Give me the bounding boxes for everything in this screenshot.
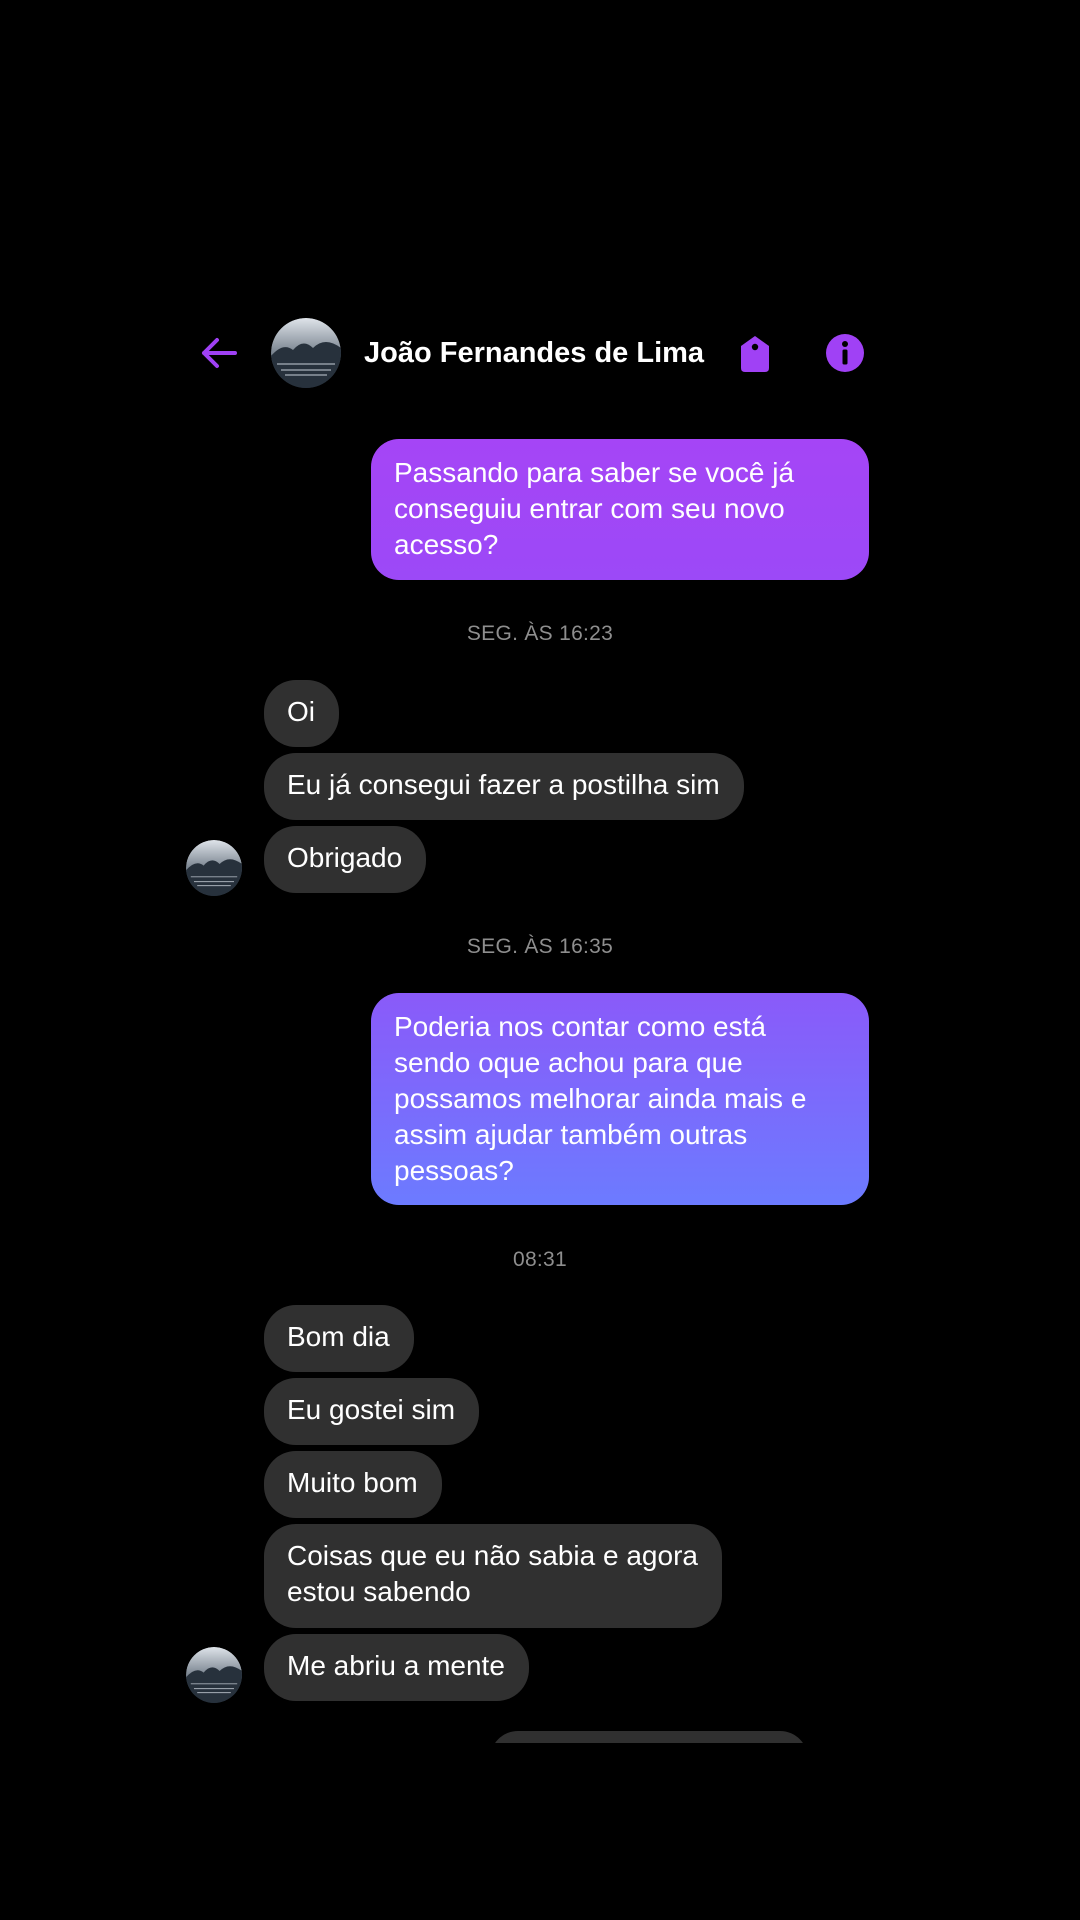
message-text: Eu já consegui fazer a postilha sim — [287, 769, 720, 800]
timestamp-separator: 08:31 — [512, 1248, 568, 1271]
tag-button[interactable] — [736, 332, 774, 376]
message-text: Oi — [287, 696, 315, 727]
message-text: Poderia nos contar como está sendo oque … — [394, 1011, 807, 1186]
back-button[interactable] — [196, 330, 242, 376]
message-text: Coisas que eu não sabia e agora estou sa… — [287, 1540, 698, 1607]
crop-mask — [0, 1743, 1080, 1920]
message-text: Muito bom — [287, 1467, 418, 1498]
message-text: Me abriu a mente — [287, 1650, 505, 1681]
info-button[interactable] — [824, 332, 866, 374]
message-text: Passando para saber se você já conseguiu… — [394, 457, 795, 560]
incoming-message[interactable]: Coisas que eu não sabia e agora estou sa… — [264, 1524, 722, 1628]
info-circle-icon — [826, 334, 864, 372]
timestamp-separator: SEG. ÀS 16:35 — [466, 935, 614, 958]
sender-avatar[interactable] — [186, 1647, 242, 1703]
outgoing-message[interactable]: Poderia nos contar como está sendo oque … — [371, 993, 869, 1205]
tag-icon — [741, 336, 769, 372]
incoming-message[interactable]: Oi — [264, 680, 339, 747]
contact-name[interactable]: João Fernandes de Lima — [364, 334, 704, 372]
message-text: Bom dia — [287, 1321, 390, 1352]
contact-avatar[interactable] — [271, 318, 341, 388]
incoming-message[interactable]: Bom dia — [264, 1305, 414, 1372]
incoming-message[interactable]: Eu já consegui fazer a postilha sim — [264, 753, 744, 820]
incoming-message[interactable]: Eu gostei sim — [264, 1378, 480, 1445]
chat-header: João Fernandes de Lima — [0, 318, 1080, 388]
incoming-message[interactable]: Muito bom — [264, 1451, 442, 1518]
message-text: Obrigado — [287, 842, 403, 873]
outgoing-message[interactable]: Passando para saber se você já conseguiu… — [371, 439, 869, 580]
sender-avatar[interactable] — [186, 840, 242, 896]
incoming-message[interactable]: Obrigado — [264, 826, 427, 893]
arrow-left-icon — [202, 338, 237, 368]
message-text: Eu gostei sim — [287, 1394, 456, 1425]
timestamp-separator: SEG. ÀS 16:23 — [466, 622, 614, 645]
incoming-message[interactable]: Me abriu a mente — [264, 1634, 529, 1701]
